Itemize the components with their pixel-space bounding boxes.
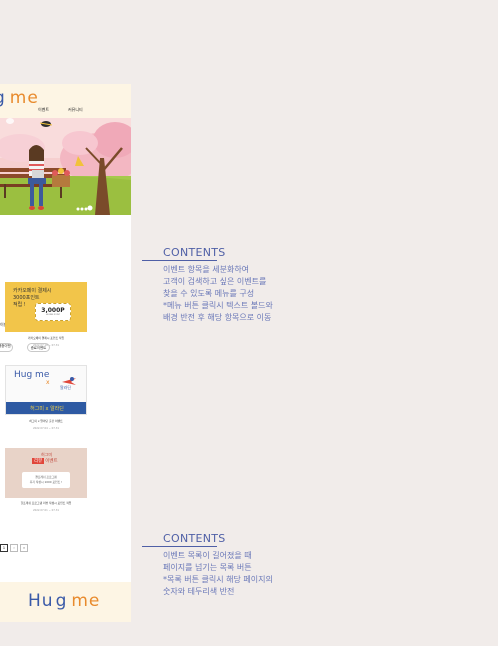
last-page-button[interactable]: » [20,544,28,552]
coupon-sub: HUGME POINT [45,314,61,316]
logo-word-me: me [71,591,101,611]
nav-item-community[interactable]: 커뮤니티 [68,107,83,113]
annotation-line: 페이지를 넘기는 목록 버튼 [163,563,252,572]
annotation-line: 고객이 검색하고 싶은 이벤트를 [163,277,267,286]
annotation-divider [142,546,217,547]
card3-box: 결프레쉬 프로그램 후기 작성시 1000 포인트 ! [22,472,70,488]
hero-illustration [0,118,131,215]
annotation-line: 배경 반전 후 해당 항목으로 이동 [163,313,272,322]
annotation-title: CONTENTS [163,532,226,545]
card2-partner: 알라딘 [60,385,72,390]
card2-x: x [46,379,50,386]
annotation-line: 숫자와 테두리색 반전 [163,587,235,596]
event-card-aladin[interactable]: Hug me x 알라딘 허그미 x 알라딘 [5,365,87,415]
annotation-block: CONTENTS 이벤트 항목을 세분화하여 고객이 검색하고 싶은 이벤트를 … [142,246,273,324]
card-date: 2022.07.01 ~ 07.31 [32,509,60,512]
card-date: 2022.07.18 ~ 07.31 [32,344,60,347]
header: gme 이벤트 커뮤니티 [0,84,131,118]
footer-logo[interactable]: Hu g me [28,591,100,611]
mobile-screen: gme 이벤트 커뮤니티 [0,84,131,622]
annotation-title: CONTENTS [163,246,226,259]
card2-banner: 허그미 x 알라딘 [6,402,86,414]
next-page-button[interactable]: › [10,544,18,552]
page-1-button[interactable]: 1 [0,544,8,552]
annotation-block: CONTENTS 이벤트 목록이 길어졌을 때 페이지를 넘기는 목록 버튼 *… [142,532,273,598]
logo-letter-g: g [0,88,6,108]
annotation-line: 찾을 수 있도록 메뉴를 구성 [163,289,255,298]
nav-item-event[interactable]: 이벤트 [38,107,49,113]
event-card-kakaopay[interactable]: 카카오페이 결제시 3000포인트 적립 ! 3,000P HUGME POIN… [5,282,87,332]
pagination: 1 › » [0,544,28,552]
logo-word-me: me [9,88,39,108]
card3-box-line2: 후기 작성시 1000 포인트 ! [29,480,63,484]
annotation-line: *목록 버튼 클릭시 해당 페이지의 [163,575,273,584]
annotation-body: 이벤트 항목을 세분화하여 고객이 검색하고 싶은 이벤트를 찾을 수 있도록 … [142,264,273,324]
logo-word-hu: Hu [28,591,54,611]
event-card-review[interactable]: 허그미 리뷰 이벤트 결프레쉬 프로그램 후기 작성시 1000 포인트 ! [5,448,87,498]
card-date: 2022.07.04 ~ 07.31 [32,427,60,430]
coupon-amount: 3,000P [41,307,65,314]
annotation-divider [142,260,217,261]
annotation-line: 이벤트 목록이 길어졌을 때 [163,551,252,560]
card-caption: 카카오페이 결제시 포인트 적립 [27,336,65,340]
card-caption: 힐프레쉬 프로그램 리뷰 작성시 포인트 적립 [20,501,72,505]
card1-line2: 3000포인트 [13,295,40,301]
annotation-body: 이벤트 목록이 길어졌을 때 페이지를 넘기는 목록 버튼 *목록 버튼 클릭시… [142,550,273,598]
brand-logo[interactable]: gme [0,88,39,108]
aladin-logo-icon [62,371,76,385]
footer: Hu g me [0,582,131,622]
logo-letter-g: g [55,591,68,611]
card-caption: 허그미 x 알라딘 출간 이벤트 [29,419,63,423]
annotation-line: *메뉴 버튼 클릭시 텍스트 볼드와 [163,301,273,310]
card1-line1: 카카오페이 결제시 [13,288,52,294]
point-coupon-badge: 3,000P HUGME POINT [35,303,71,321]
card3-mid: 이벤트 [45,459,58,464]
annotation-line: 이벤트 항목을 세분화하여 [163,265,250,274]
card3-red-label: 리뷰 [32,458,45,464]
card2-logo: Hug me [14,370,50,380]
